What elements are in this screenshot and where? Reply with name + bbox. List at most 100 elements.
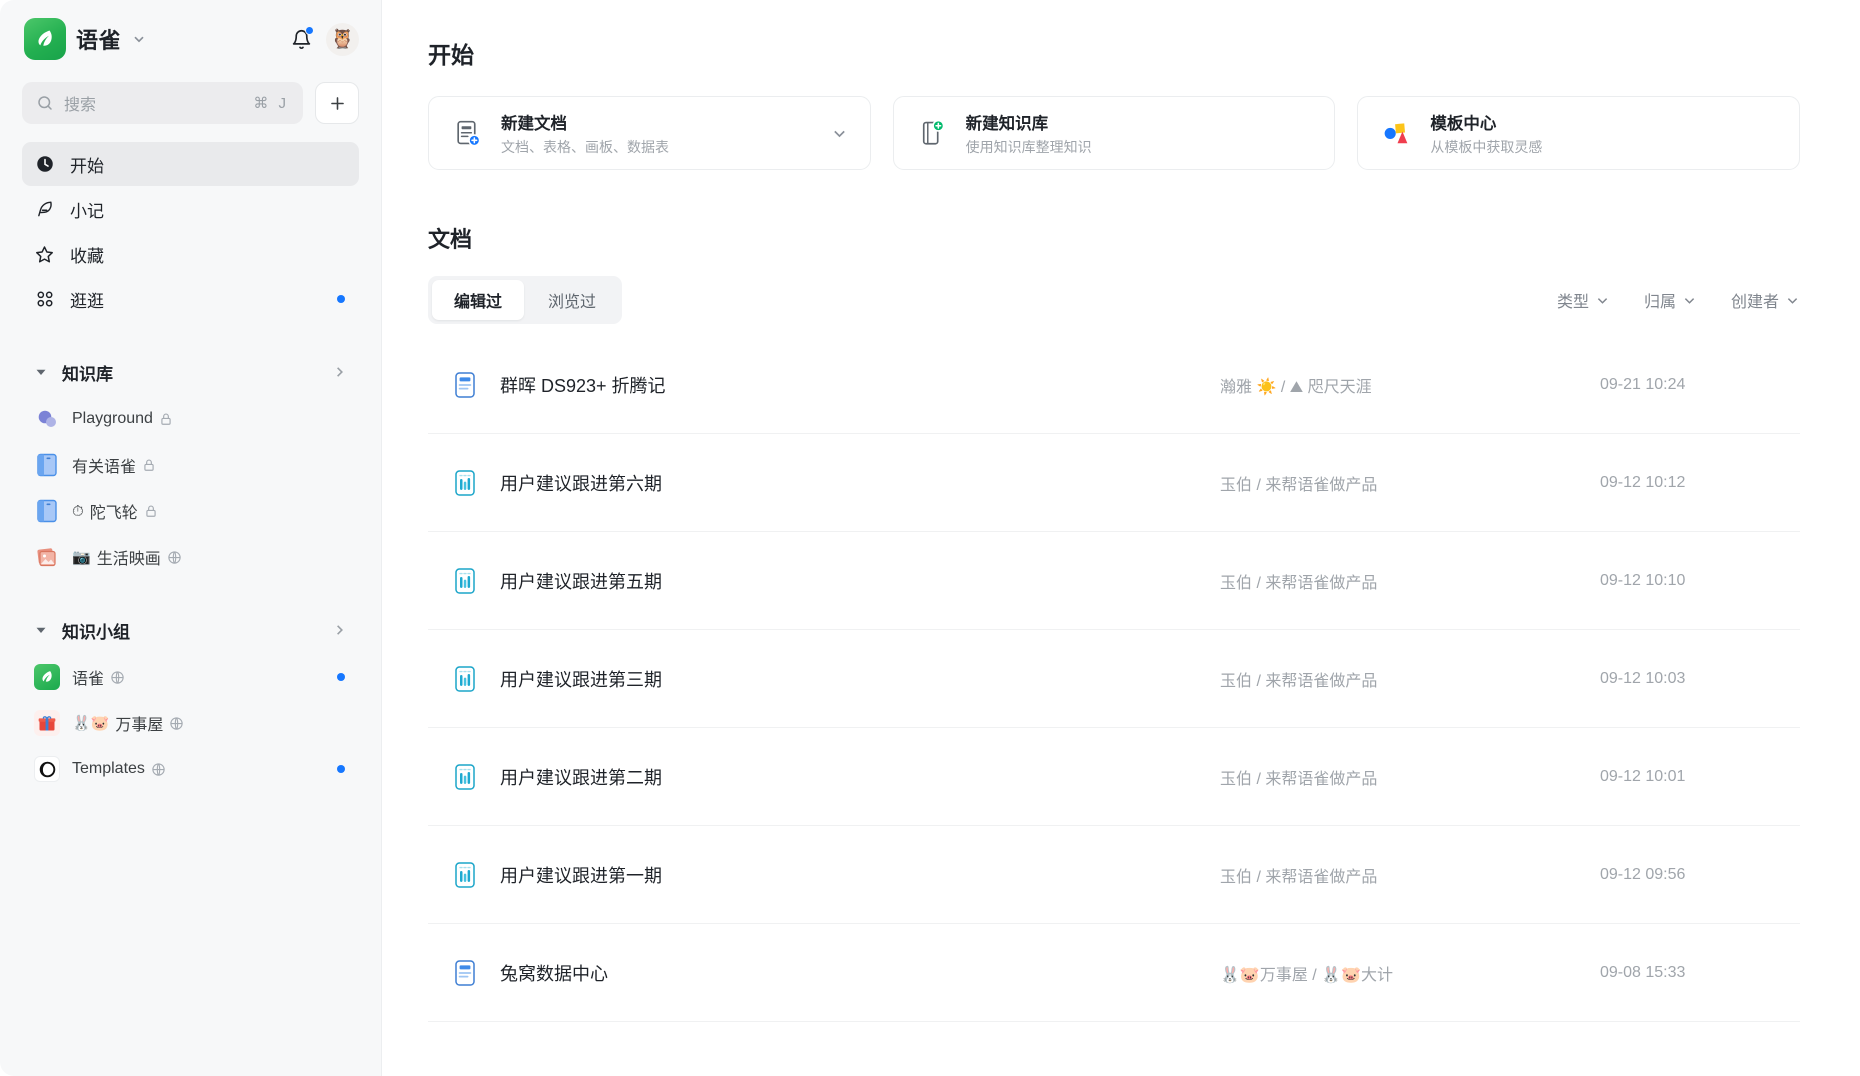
tab-edited[interactable]: 编辑过: [432, 280, 524, 320]
caret-down-icon: [34, 623, 48, 637]
document-title: 用户建议跟进第二期: [500, 764, 662, 790]
chevron-down-icon[interactable]: [831, 125, 848, 142]
sidebar-item-explore[interactable]: 逛逛: [22, 277, 359, 321]
filter-label: 创建者: [1731, 288, 1779, 312]
document-date: 09-12 10:10: [1600, 572, 1800, 590]
unread-dot: [337, 765, 345, 773]
search-input[interactable]: 搜索 ⌘ J: [22, 82, 303, 124]
unread-dot: [337, 673, 345, 681]
list-item-label: ⏱ 陀飞轮: [72, 499, 158, 523]
doc-blue-icon: [450, 958, 480, 988]
table-row[interactable]: 用户建议跟进第一期 玉伯 / 来帮语雀做产品 09-12 09:56: [428, 826, 1800, 924]
search-icon: [36, 94, 54, 112]
sheet-cyan-icon: [450, 468, 480, 498]
new-knowledge-base-card[interactable]: 新建知识库 使用知识库整理知识: [893, 96, 1336, 170]
template-center-card[interactable]: 模板中心 从模板中获取灵感: [1357, 96, 1800, 170]
list-item-text: 有关语雀: [72, 453, 136, 477]
list-item-text: 生活映画: [97, 545, 161, 569]
search-row: 搜索 ⌘ J: [22, 82, 359, 124]
list-item[interactable]: Templates: [22, 747, 359, 791]
globe-icon: [110, 670, 125, 685]
doc-plus-icon: [451, 117, 483, 149]
chevron-right-icon[interactable]: [332, 623, 347, 638]
sheet-cyan-icon: [450, 860, 480, 890]
yuque-logo-icon: [24, 18, 66, 60]
table-row[interactable]: 用户建议跟进第三期 玉伯 / 来帮语雀做产品 09-12 10:03: [428, 630, 1800, 728]
list-item[interactable]: ⏱ 陀飞轮: [22, 489, 359, 533]
list-item-text: 陀飞轮: [90, 499, 138, 523]
document-owner-cell: 玉伯 / 来帮语雀做产品: [1220, 434, 1580, 531]
list-item[interactable]: 语雀: [22, 655, 359, 699]
chevron-down-icon: [1682, 293, 1697, 308]
list-item-text: Templates: [72, 760, 145, 778]
list-item[interactable]: Playground: [22, 397, 359, 441]
caret-down-icon: [34, 365, 48, 379]
list-item-label: 有关语雀: [72, 453, 156, 477]
section-header-knowledge-group[interactable]: 知识小组: [22, 607, 359, 653]
list-item-emoji: ⏱: [72, 504, 84, 519]
table-row[interactable]: 群晖 DS923+ 折腾记 瀚雅 ☀️ / ⛰ 咫尺天涯 09-21 10:24: [428, 336, 1800, 434]
globe-icon: [169, 716, 184, 731]
sheet-cyan-icon: [450, 566, 480, 596]
filter-type[interactable]: 类型: [1557, 288, 1610, 312]
document-owner-cell: 玉伯 / 来帮语雀做产品: [1220, 826, 1580, 923]
document-date: 09-12 10:01: [1600, 768, 1800, 786]
list-item[interactable]: 有关语雀: [22, 443, 359, 487]
clock-icon: [34, 154, 55, 175]
avatar[interactable]: 🦉: [326, 23, 359, 56]
sheet-cyan-icon: [450, 762, 480, 792]
list-item[interactable]: 🐰🐷 万事屋: [22, 701, 359, 745]
list-item-label: 🐰🐷 万事屋: [72, 711, 184, 735]
search-placeholder: 搜索: [64, 91, 243, 115]
filter-creator[interactable]: 创建者: [1731, 288, 1800, 312]
brand-name[interactable]: 语雀: [76, 23, 121, 55]
document-owner-cell: 玉伯 / 来帮语雀做产品: [1220, 630, 1580, 727]
table-row[interactable]: 用户建议跟进第五期 玉伯 / 来帮语雀做产品 09-12 10:10: [428, 532, 1800, 630]
yuque-logo-small-icon: [34, 664, 60, 690]
documents-toolbar: 编辑过 浏览过 类型 归属 创建者: [428, 276, 1800, 324]
notifications-button[interactable]: [286, 24, 316, 54]
tab-viewed[interactable]: 浏览过: [526, 280, 618, 320]
card-title: 模板中心: [1430, 110, 1542, 134]
document-title: 用户建议跟进第六期: [500, 470, 662, 496]
page-title: 开始: [428, 0, 1800, 70]
sidebar-item-label: 小记: [70, 197, 104, 222]
chevron-down-icon: [1785, 293, 1800, 308]
globe-icon: [167, 550, 182, 565]
book-blue-icon: [34, 498, 60, 524]
sidebar-item-start[interactable]: 开始: [22, 142, 359, 186]
card-subtitle: 文档、表格、画板、数据表: [501, 137, 669, 157]
section-header-knowledge-base[interactable]: 知识库: [22, 349, 359, 395]
sidebar-item-label: 开始: [70, 152, 104, 177]
document-date: 09-12 10:03: [1600, 670, 1800, 688]
document-owner-cell: 玉伯 / 来帮语雀做产品: [1220, 532, 1580, 629]
document-owner: 玉伯 / 来帮语雀做产品: [1220, 471, 1377, 495]
list-item-label: 语雀: [72, 665, 125, 689]
chevron-down-icon[interactable]: [131, 31, 147, 47]
section-title: 知识小组: [62, 618, 130, 643]
document-owner: 瀚雅 ☀️ / ⛰ 咫尺天涯: [1220, 373, 1372, 397]
filter-ownership[interactable]: 归属: [1644, 288, 1697, 312]
filter-label: 类型: [1557, 288, 1589, 312]
card-text: 模板中心 从模板中获取灵感: [1430, 110, 1542, 157]
sidebar-item-notes[interactable]: 小记: [22, 187, 359, 231]
card-subtitle: 从模板中获取灵感: [1430, 137, 1542, 157]
document-date: 09-21 10:24: [1600, 376, 1800, 394]
sidebar-item-favorites[interactable]: 收藏: [22, 232, 359, 276]
templates-circle-icon: [34, 756, 60, 782]
card-title: 新建知识库: [966, 110, 1092, 134]
book-blue-icon: [34, 452, 60, 478]
feather-icon: [34, 199, 55, 220]
knowledge-base-list: Playground 有关语雀 ⏱ 陀飞轮: [22, 397, 359, 579]
table-row[interactable]: 用户建议跟进第二期 玉伯 / 来帮语雀做产品 09-12 10:01: [428, 728, 1800, 826]
create-new-button[interactable]: [315, 82, 359, 124]
yuque-app-window: 语雀 🦉 搜索 ⌘ J: [0, 0, 1860, 1076]
table-row[interactable]: 用户建议跟进第六期 玉伯 / 来帮语雀做产品 09-12 10:12: [428, 434, 1800, 532]
chevron-right-icon[interactable]: [332, 365, 347, 380]
list-item[interactable]: 📷 生活映画: [22, 535, 359, 579]
new-document-card[interactable]: 新建文档 文档、表格、画板、数据表: [428, 96, 871, 170]
document-date: 09-08 15:33: [1600, 964, 1800, 982]
card-text: 新建知识库 使用知识库整理知识: [966, 110, 1092, 157]
table-row[interactable]: 兔窝数据中心 🐰🐷万事屋 / 🐰🐷大计 09-08 15:33: [428, 924, 1800, 1022]
document-title: 用户建议跟进第一期: [500, 862, 662, 888]
